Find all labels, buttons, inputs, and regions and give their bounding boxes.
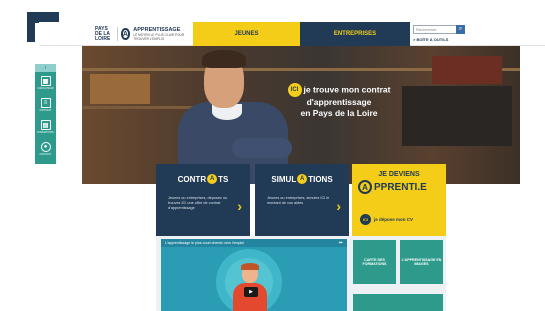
apprentissage-logo-icon: A [120, 28, 131, 40]
toolbar-item-contrat[interactable]: ≡ CONTRAT [35, 98, 56, 112]
tile-carte-formations[interactable]: CARTE DES FORMATIONS [353, 240, 396, 284]
hero-photo-boxes [90, 74, 150, 104]
video-player[interactable]: L'apprentissage le plus court chemin ver… [161, 239, 347, 311]
depose-cv-link[interactable]: ICI je dépose mon CV [360, 214, 413, 225]
ici-badge: ICI [287, 83, 302, 97]
toolbar-item-contact[interactable]: ● CONTACT [35, 142, 56, 156]
toolbox-link[interactable]: > BOÎTE À OUTILS [413, 37, 448, 42]
side-toolbar: ▦ SIMULATEUR ≡ CONTRAT ▤ FORMATIONS ● CO… [35, 72, 56, 164]
brand-tagline: LE MOYEN LE PLUS CLAIR POUR TROUVER L'EM… [133, 33, 185, 41]
card-contrats-description: Jeunes ou entreprises, déposez ou trouve… [168, 196, 228, 210]
logo-area[interactable]: PAYS DE LA LOIRE A APPRENTISSAGE LE MOYE… [95, 24, 193, 44]
book-icon: ▤ [40, 120, 51, 130]
ici-badge: ICI [360, 214, 371, 225]
chevron-right-icon[interactable]: › [336, 198, 341, 214]
hero-headline: ICI je trouve mon contrat d'apprentissage… [274, 83, 404, 119]
a-logo-icon: A [207, 174, 218, 184]
video-title: L'apprentissage le plus court chemin ver… [161, 239, 347, 247]
calculator-icon: ▦ [40, 76, 51, 86]
card-je-deviens-apprenti[interactable]: JE DEVIENS A PPRENTI.E ICI je dépose mon … [352, 164, 446, 236]
play-icon[interactable]: ▶ [244, 287, 258, 297]
card-deviens-line2: A PPRENTI.E [358, 180, 427, 194]
hero-person-arm [232, 138, 292, 158]
toolbar-collapse-button[interactable]: ‹ [35, 64, 56, 72]
video-character-hair [241, 263, 259, 270]
toolbar-item-formations[interactable]: ▤ FORMATIONS [35, 120, 56, 134]
card-deviens-line1: JE DEVIENS [378, 171, 420, 178]
logo-divider [116, 27, 118, 41]
hero-person-hair [202, 50, 246, 68]
region-logo: PAYS DE LA LOIRE [95, 25, 111, 42]
tile-apprentissage-images[interactable]: L'APPRENTISSAGE EN IMAGES [400, 240, 443, 284]
a-logo-icon: A [297, 174, 308, 184]
tile-more[interactable] [353, 294, 443, 311]
document-icon: ≡ [40, 98, 51, 108]
corner-decoration-vertical [27, 12, 35, 42]
share-icon[interactable]: ➦ [339, 239, 343, 247]
hero-photo-machine [402, 86, 512, 146]
search-icon[interactable]: ⌕ [456, 25, 465, 34]
chevron-right-icon[interactable]: › [237, 198, 242, 214]
hero-photo-crate [432, 56, 502, 84]
card-simulations-title: SIMUL A TIONS [271, 174, 333, 184]
a-logo-icon: A [358, 180, 372, 194]
search-input[interactable]: Rechercher [413, 25, 457, 34]
card-contrats-title: CONTR A TS [177, 174, 229, 184]
person-icon: ● [40, 142, 51, 152]
tab-jeunes[interactable]: JEUNES [193, 22, 300, 46]
card-simulations[interactable]: SIMUL A TIONS Jeunes ou entreprises, simul… [255, 164, 349, 236]
toolbar-item-simulateur[interactable]: ▦ SIMULATEUR [35, 76, 56, 90]
card-simulations-description: Jeunes ou entreprises, simulez ICI le mo… [267, 196, 330, 205]
tab-entreprises[interactable]: ENTREPRISES [300, 22, 410, 46]
card-contrats[interactable]: CONTR A TS Jeunes ou entreprises, déposez … [156, 164, 250, 236]
